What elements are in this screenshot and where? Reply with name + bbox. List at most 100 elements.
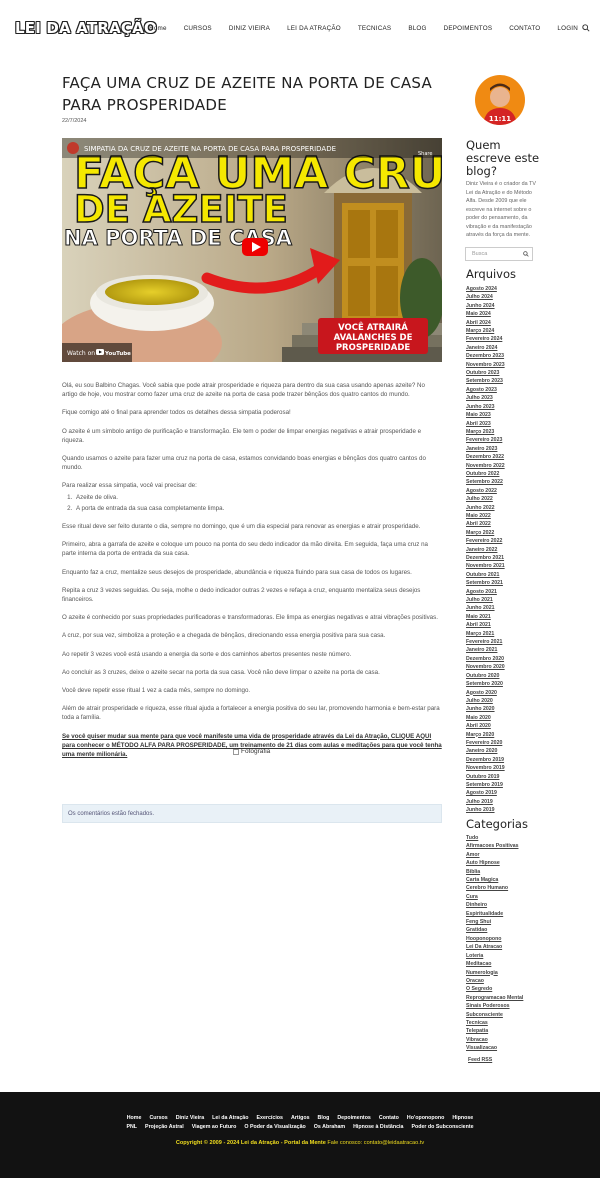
nav-blog[interactable]: BLOG <box>408 25 426 32</box>
archive-link[interactable]: Março 2021 <box>466 630 586 638</box>
category-link[interactable]: Visualizacao <box>466 1044 586 1052</box>
footer-link[interactable]: Home <box>127 1115 142 1121</box>
archive-link[interactable]: Setembro 2020 <box>466 680 586 688</box>
archive-link[interactable]: Novembro 2023 <box>466 361 586 369</box>
archive-link[interactable]: Maio 2021 <box>466 613 586 621</box>
archive-link[interactable]: Abril 2024 <box>466 319 586 327</box>
category-link[interactable]: Feng Shui <box>466 918 586 926</box>
archive-link[interactable]: Novembro 2022 <box>466 462 586 470</box>
archive-link[interactable]: Junho 2022 <box>466 504 586 512</box>
archive-link[interactable]: Julho 2021 <box>466 596 586 604</box>
archive-link[interactable]: Agosto 2022 <box>466 487 586 495</box>
archive-link[interactable]: Junho 2020 <box>466 705 586 713</box>
category-link[interactable]: Espiritualidade <box>466 910 586 918</box>
archive-link[interactable]: Fevereiro 2020 <box>466 739 586 747</box>
category-link[interactable]: Cerebro Humano <box>466 884 586 892</box>
footer-link[interactable]: Projeção Astral <box>145 1124 184 1130</box>
footer-link[interactable]: Os Abraham <box>314 1124 345 1130</box>
play-button-icon[interactable] <box>242 238 268 256</box>
archive-link[interactable]: Agosto 2021 <box>466 588 586 596</box>
archive-link[interactable]: Março 2023 <box>466 428 586 436</box>
archive-link[interactable]: Maio 2020 <box>466 714 586 722</box>
archive-link[interactable]: Outubro 2023 <box>466 369 586 377</box>
category-link[interactable]: Loteria <box>466 952 586 960</box>
archive-link[interactable]: Setembro 2019 <box>466 781 586 789</box>
footer-link[interactable]: Ho'oponopono <box>407 1115 444 1121</box>
category-link[interactable]: Amor <box>466 851 586 859</box>
archive-link[interactable]: Setembro 2022 <box>466 478 586 486</box>
nav-home[interactable]: Home <box>149 25 167 32</box>
footer-link[interactable]: Artigos <box>291 1115 310 1121</box>
archive-link[interactable]: Novembro 2019 <box>466 764 586 772</box>
archive-link[interactable]: Abril 2022 <box>466 520 586 528</box>
footer-link[interactable]: Lei da Atração <box>212 1115 248 1121</box>
archive-link[interactable]: Abril 2021 <box>466 621 586 629</box>
footer-link[interactable]: Hipnose à Distância <box>353 1124 403 1130</box>
category-link[interactable]: Dinheiro <box>466 901 586 909</box>
footer-link[interactable]: Exercícios <box>256 1115 283 1121</box>
archive-link[interactable]: Junho 2019 <box>466 806 586 814</box>
archive-link[interactable]: Outubro 2019 <box>466 773 586 781</box>
archive-link[interactable]: Dezembro 2023 <box>466 352 586 360</box>
footer-link[interactable]: Poder do Subconsciente <box>411 1124 473 1130</box>
video-embed[interactable]: FAÇA UMA CRUZ DE AZEITE NA PORTA DE CASA… <box>62 138 442 362</box>
archive-link[interactable]: Julho 2022 <box>466 495 586 503</box>
footer-link[interactable]: Contato <box>379 1115 399 1121</box>
archive-link[interactable]: Abril 2020 <box>466 722 586 730</box>
category-link[interactable]: Gratidao <box>466 926 586 934</box>
category-link[interactable]: Auto Hipnose <box>466 859 586 867</box>
archive-link[interactable]: Dezembro 2020 <box>466 655 586 663</box>
archive-link[interactable]: Janeiro 2022 <box>466 546 586 554</box>
search-input[interactable]: Busca <box>465 247 533 261</box>
footer-link[interactable]: Blog <box>318 1115 330 1121</box>
archive-link[interactable]: Outubro 2021 <box>466 571 586 579</box>
nav-depoimentos[interactable]: DEPOIMENTOS <box>444 25 493 32</box>
archive-link[interactable]: Setembro 2021 <box>466 579 586 587</box>
archive-link[interactable]: Março 2024 <box>466 327 586 335</box>
nav-contato[interactable]: CONTATO <box>509 25 540 32</box>
archive-link[interactable]: Julho 2023 <box>466 394 586 402</box>
archive-link[interactable]: Março 2022 <box>466 529 586 537</box>
category-link[interactable]: O Segredo <box>466 985 586 993</box>
archive-link[interactable]: Fevereiro 2021 <box>466 638 586 646</box>
category-link[interactable]: Vibracao <box>466 1036 586 1044</box>
footer-link[interactable]: Depoimentos <box>337 1115 371 1121</box>
footer-link[interactable]: Viagem ao Futuro <box>192 1124 237 1130</box>
archive-link[interactable]: Março 2020 <box>466 731 586 739</box>
archive-link[interactable]: Outubro 2022 <box>466 470 586 478</box>
footer-link[interactable]: O Poder da Visualização <box>244 1124 305 1130</box>
category-link[interactable]: Tudo <box>466 834 586 842</box>
archive-link[interactable]: Dezembro 2019 <box>466 756 586 764</box>
archive-link[interactable]: Agosto 2019 <box>466 789 586 797</box>
category-link[interactable]: Tecnicas <box>466 1019 586 1027</box>
cta-link[interactable]: Se você quiser mudar sua mente para que … <box>62 732 442 760</box>
archive-link[interactable]: Dezembro 2021 <box>466 554 586 562</box>
archive-link[interactable]: Julho 2019 <box>466 798 586 806</box>
search-icon[interactable] <box>582 24 590 32</box>
archive-link[interactable]: Maio 2024 <box>466 310 586 318</box>
archive-link[interactable]: Junho 2021 <box>466 604 586 612</box>
category-link[interactable]: Cura <box>466 893 586 901</box>
footer-link[interactable]: Diniz Vieira <box>176 1115 204 1121</box>
search-icon[interactable] <box>523 251 529 257</box>
archive-link[interactable]: Agosto 2024 <box>466 285 586 293</box>
feed-rss-link[interactable]: Feed RSS <box>468 1057 492 1063</box>
category-link[interactable]: Lei Da Atracao <box>466 943 586 951</box>
nav-cursos[interactable]: CURSOS <box>184 25 212 32</box>
archive-link[interactable]: Novembro 2021 <box>466 562 586 570</box>
archive-link[interactable]: Abril 2023 <box>466 420 586 428</box>
nav-tecnicas[interactable]: TECNICAS <box>358 25 391 32</box>
watch-on-label[interactable]: Watch on <box>67 350 95 357</box>
archive-link[interactable]: Julho 2020 <box>466 697 586 705</box>
footer-link[interactable]: PNL <box>126 1124 137 1130</box>
category-link[interactable]: Carta Magica <box>466 876 586 884</box>
archive-link[interactable]: Janeiro 2021 <box>466 646 586 654</box>
category-link[interactable]: Oracao <box>466 977 586 985</box>
category-link[interactable]: Telepatia <box>466 1027 586 1035</box>
archive-link[interactable]: Agosto 2020 <box>466 689 586 697</box>
footer-link[interactable]: Cursos <box>149 1115 167 1121</box>
category-link[interactable]: Reprogramacao Mental <box>466 994 586 1002</box>
nav-lei-da-atracao[interactable]: LEI DA ATRAÇÃO <box>287 25 341 32</box>
category-link[interactable]: Sinais Poderosos <box>466 1002 586 1010</box>
archive-link[interactable]: Janeiro 2023 <box>466 445 586 453</box>
